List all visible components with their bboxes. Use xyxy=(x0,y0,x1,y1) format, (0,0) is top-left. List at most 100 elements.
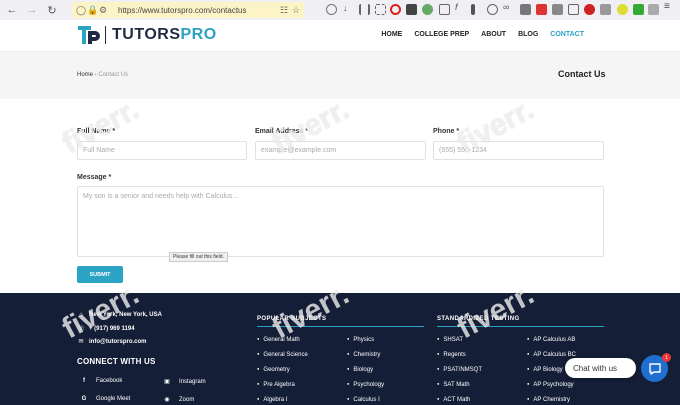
validation-tooltip: Please fill out this field. xyxy=(169,252,228,262)
breadcrumb: Home - Contact Us xyxy=(77,72,129,78)
subject-link[interactable]: Calculus I xyxy=(347,396,379,403)
nav-college-prep[interactable]: COLLEGE PREP xyxy=(414,31,469,38)
link-icon[interactable]: ∞ xyxy=(503,2,514,13)
connect-heading: CONNECT WITH US xyxy=(77,357,156,366)
bookmark-star-icon[interactable]: ☆ xyxy=(292,5,300,16)
subject-link[interactable]: Chemistry xyxy=(347,351,380,358)
test-link[interactable]: AP Biology xyxy=(527,366,562,373)
subject-link[interactable]: General Science xyxy=(257,351,307,358)
extension-icon-7[interactable] xyxy=(568,4,579,15)
address-bar[interactable]: ◯ 🔒 ⚙ https://www.tutorspro.com/contactu… xyxy=(72,2,304,18)
test-link[interactable]: AP Chemistry xyxy=(527,396,570,403)
test-link[interactable]: SHSAT xyxy=(437,336,463,343)
nav-home[interactable]: HOME xyxy=(381,31,402,38)
extension-icon-10[interactable] xyxy=(617,4,628,15)
google-meet-icon: G xyxy=(81,396,87,402)
test-link[interactable]: AP Calculus AB xyxy=(527,336,575,343)
site-footer: ⌂ New York, New York, USA ☏ + (917) 969 11… xyxy=(0,293,680,405)
facebook-icon: f xyxy=(83,378,85,384)
logo-divider xyxy=(105,26,106,44)
extension-icon-9[interactable] xyxy=(600,4,611,15)
eyedropper-icon[interactable] xyxy=(471,4,475,15)
test-link[interactable]: ACT Math xyxy=(437,396,470,403)
standardized-testing-heading: STANDARDIZED TESTING xyxy=(437,316,520,322)
social-zoom[interactable]: ◉ Zoom xyxy=(163,396,194,404)
instagram-icon: ▣ xyxy=(164,379,170,385)
url-text: https://www.tutorspro.com/contactus xyxy=(118,5,247,15)
phone-input[interactable]: (555) 555-1234 xyxy=(433,141,604,160)
email-label: Email Address * xyxy=(255,128,309,135)
subject-link[interactable]: Pre Algebra xyxy=(257,381,294,388)
nav-about[interactable]: ABOUT xyxy=(481,31,506,38)
test-link[interactable]: PSAT/NMSQT xyxy=(437,366,482,373)
translate-icon[interactable]: ☷ xyxy=(280,5,288,16)
menu-icon[interactable]: ≡ xyxy=(664,1,675,12)
social-instagram[interactable]: ▣ Instagram xyxy=(163,378,206,386)
extension-icon-6[interactable] xyxy=(552,4,563,15)
test-link[interactable]: SAT Math xyxy=(437,381,469,388)
chat-bubble-icon xyxy=(648,362,661,375)
extension-icon-3[interactable] xyxy=(487,4,498,15)
nav-contact[interactable]: CONTACT xyxy=(550,31,584,38)
page-title: Contact Us xyxy=(558,69,606,79)
breadcrumb-home[interactable]: Home xyxy=(77,72,93,78)
subject-link[interactable]: Geometry xyxy=(257,366,289,373)
forward-arrow-icon[interactable]: → xyxy=(24,2,40,18)
phone-label: Phone * xyxy=(433,128,460,135)
pocket-icon[interactable] xyxy=(326,4,337,15)
extension-icon-4[interactable] xyxy=(520,4,531,15)
chat-notification-badge: 1 xyxy=(662,353,671,362)
lock-icon: 🔒 xyxy=(87,5,99,15)
message-textarea[interactable]: My son is a senior and needs help with C… xyxy=(77,186,604,257)
nav-blog[interactable]: BLOG xyxy=(518,31,538,38)
logo-mark-icon xyxy=(78,26,100,44)
subject-link[interactable]: Physics xyxy=(347,336,374,343)
popular-subjects-underline xyxy=(257,326,424,327)
screenshot-icon[interactable] xyxy=(375,4,386,15)
test-link[interactable]: Regents xyxy=(437,351,465,358)
extension-icon-1[interactable] xyxy=(406,4,417,15)
full-name-label: Full Name * xyxy=(77,128,116,135)
shield-icon: ◯ xyxy=(76,5,87,15)
message-label: Message * xyxy=(77,174,112,181)
subject-link[interactable]: Psychology xyxy=(347,381,384,388)
social-facebook[interactable]: f Facebook xyxy=(80,378,122,384)
page-title-band: Home - Contact Us Contact Us xyxy=(0,52,680,99)
mail-icon: ✉ xyxy=(78,339,84,345)
social-google-meet[interactable]: G Google Meet xyxy=(80,396,131,402)
library-icon[interactable] xyxy=(359,4,370,15)
back-arrow-icon[interactable]: ← xyxy=(4,2,20,18)
test-link[interactable]: AP Calculus BC xyxy=(527,351,576,358)
subject-link[interactable]: Algebra I xyxy=(257,396,287,403)
download-icon[interactable]: ↓ xyxy=(343,3,354,14)
site-logo[interactable]: TUTORSPRO xyxy=(78,25,217,45)
footer-email[interactable]: ✉ info@tutorspro.com xyxy=(77,338,146,346)
footer-phone[interactable]: ☏ + (917) 969 1194 xyxy=(77,325,134,333)
main-nav: HOME COLLEGE PREP ABOUT BLOG CONTACT xyxy=(381,31,584,38)
reload-icon[interactable]: ↻ xyxy=(44,2,60,18)
tracking-icon: ⚙ xyxy=(99,5,108,15)
subject-link[interactable]: General Math xyxy=(257,336,299,343)
extension-icon-11[interactable] xyxy=(633,4,644,15)
zoom-icon: ◉ xyxy=(164,397,170,403)
extension-icon-12[interactable] xyxy=(648,4,659,15)
extension-icon-8[interactable] xyxy=(584,4,595,15)
chat-prompt[interactable]: Chat with us xyxy=(565,358,636,378)
extension-icon-2[interactable] xyxy=(439,4,450,15)
footer-address: ⌂ New York, New York, USA xyxy=(77,312,162,318)
logo-text: TUTORSPRO xyxy=(112,26,217,43)
site-header: TUTORSPRO HOME COLLEGE PREP ABOUT BLOG C… xyxy=(0,20,680,52)
extension-icon-5[interactable] xyxy=(536,4,547,15)
home-icon: ⌂ xyxy=(79,312,83,318)
opera-icon[interactable] xyxy=(390,4,401,15)
submit-button[interactable]: SUBMIT xyxy=(77,266,123,283)
test-link[interactable]: AP Psychology xyxy=(527,381,573,388)
font-icon[interactable]: f xyxy=(455,2,466,13)
full-name-input[interactable]: Full Name xyxy=(77,141,247,160)
popular-subjects-heading: POPULAR SUBJECTS xyxy=(257,316,327,322)
subject-link[interactable]: Biology xyxy=(347,366,373,373)
standardized-testing-underline xyxy=(437,326,604,327)
grid-icon[interactable] xyxy=(422,4,433,15)
email-input[interactable]: example@example.com xyxy=(255,141,426,160)
breadcrumb-current: Contact Us xyxy=(98,72,129,78)
